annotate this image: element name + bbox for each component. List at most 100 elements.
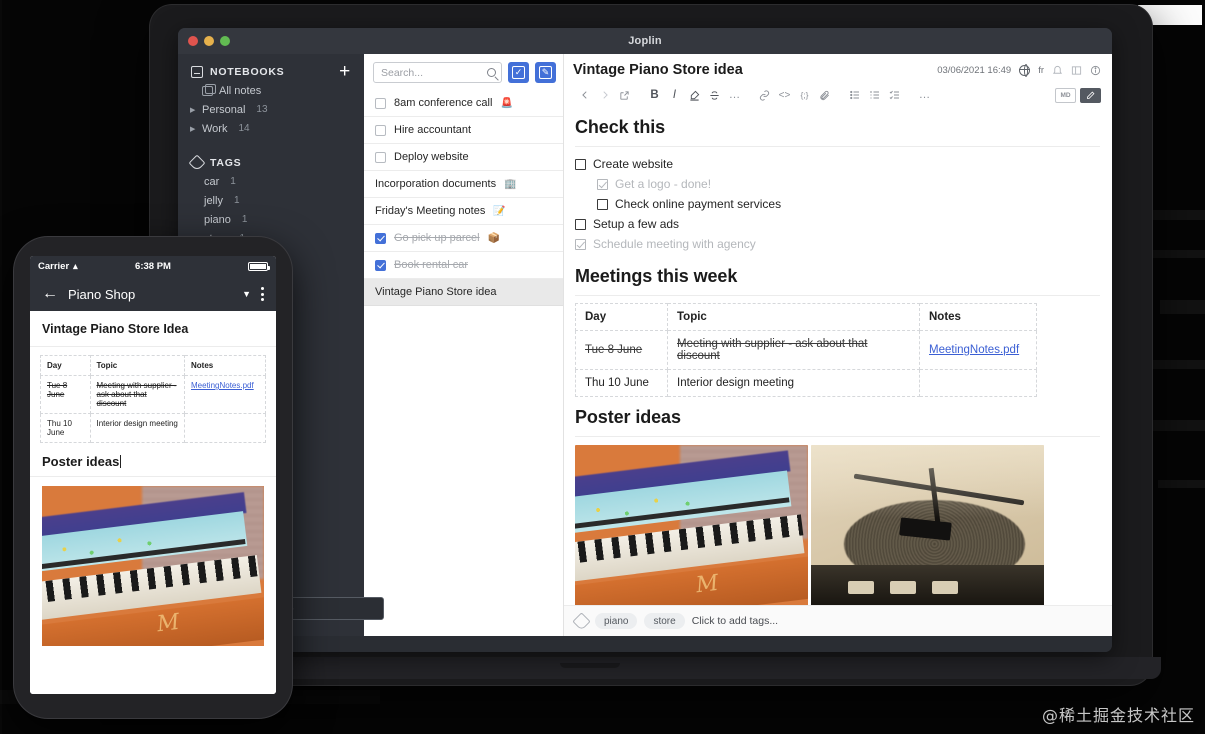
- tags-header: TAGS: [178, 154, 364, 172]
- list-item[interactable]: Book rental car: [364, 252, 563, 279]
- meeting-notes-link[interactable]: MeetingNotes.pdf: [191, 381, 254, 390]
- alarm-icon[interactable]: [1052, 65, 1063, 76]
- sidebar-tag-count: 1: [241, 214, 248, 225]
- todo-item[interactable]: Get a logo - done!: [575, 174, 1100, 194]
- todo-item[interactable]: Create website: [575, 154, 1100, 174]
- info-icon[interactable]: [1090, 65, 1101, 76]
- notebooks-header-label: NOTEBOOKS: [210, 66, 285, 78]
- code-button[interactable]: <>: [775, 86, 794, 104]
- todo-checkbox[interactable]: [575, 238, 586, 250]
- sidebar-tag-jelly[interactable]: jelly 1: [178, 191, 364, 210]
- forward-button[interactable]: [595, 86, 614, 104]
- sidebar-item-all-notes[interactable]: All notes: [178, 81, 364, 100]
- notebook-icon: [191, 66, 203, 78]
- todo-label: Get a logo - done!: [615, 177, 712, 191]
- strikethrough-button[interactable]: [705, 86, 724, 104]
- tag-chip-piano[interactable]: piano: [595, 613, 638, 629]
- tag-chip-store[interactable]: store: [644, 613, 685, 629]
- link-button[interactable]: [755, 86, 774, 104]
- table-header-notes: Notes: [184, 355, 266, 376]
- tag-icon: [188, 154, 206, 172]
- piano-keyboard-photo[interactable]: M: [575, 445, 808, 605]
- globe-icon[interactable]: [1018, 64, 1031, 78]
- add-notebook-button[interactable]: +: [339, 62, 354, 81]
- window-title: Joplin: [628, 35, 662, 47]
- table-header-topic: Topic: [667, 303, 920, 331]
- search-icon[interactable]: [487, 68, 496, 77]
- checkbox-icon: ✓: [512, 66, 525, 79]
- note-checkbox[interactable]: [375, 124, 386, 136]
- watermark: @稀土掘金技术社区: [1041, 706, 1195, 725]
- more-insert-button[interactable]: …: [915, 86, 934, 104]
- add-tags-button[interactable]: Click to add tags...: [692, 615, 778, 627]
- phone-piano-photo[interactable]: M: [42, 486, 264, 646]
- todo-checkbox[interactable]: [575, 158, 586, 170]
- highlight-button[interactable]: [685, 86, 704, 104]
- back-button[interactable]: [575, 86, 594, 104]
- background-band: [1148, 250, 1205, 258]
- markdown-toggle-button[interactable]: MD: [1055, 87, 1076, 103]
- note-icon: ✎: [539, 66, 552, 79]
- table-cell-day: Tue 8 June: [575, 330, 668, 370]
- list-item-selected[interactable]: Vintage Piano Store idea: [364, 279, 563, 306]
- insert-button[interactable]: {;}: [795, 86, 814, 104]
- todo-checkbox[interactable]: [597, 178, 608, 190]
- numbered-list-button[interactable]: [865, 86, 884, 104]
- meeting-notes-link[interactable]: MeetingNotes.pdf: [929, 344, 1019, 356]
- back-arrow-icon[interactable]: ←: [42, 286, 58, 302]
- tag-bar: piano store Click to add tags...: [564, 605, 1112, 636]
- todo-checkbox[interactable]: [575, 218, 586, 230]
- sidebar-item-label: Work: [202, 122, 228, 135]
- todo-item[interactable]: Setup a few ads: [575, 214, 1100, 234]
- new-todo-button[interactable]: ✓: [508, 62, 529, 83]
- sidebar-item-label: All notes: [219, 84, 262, 97]
- list-item[interactable]: 8am conference call 🚨: [364, 90, 563, 117]
- sidebar-item-personal[interactable]: ▶ Personal 13: [178, 100, 364, 119]
- turntable-photo[interactable]: [811, 445, 1044, 605]
- chevron-down-icon[interactable]: ▼: [242, 289, 251, 299]
- todo-label: Setup a few ads: [593, 217, 680, 231]
- bold-button[interactable]: B: [645, 86, 664, 104]
- todo-checkbox[interactable]: [597, 198, 608, 210]
- sidebar-tag-piano[interactable]: piano 1: [178, 210, 364, 229]
- note-checkbox[interactable]: [375, 97, 386, 109]
- note-content[interactable]: Check this Create website Get a logo - d…: [564, 109, 1112, 605]
- todo-item[interactable]: Schedule meeting with agency: [575, 234, 1100, 254]
- note-checkbox[interactable]: [375, 232, 386, 244]
- table-header-row: Day Topic Notes: [40, 355, 266, 376]
- heading-meetings: Meetings this week: [575, 266, 1100, 296]
- attach-file-button[interactable]: [815, 86, 834, 104]
- chevron-right-icon[interactable]: ▶: [190, 106, 195, 114]
- battery-icon: [248, 262, 270, 271]
- overflow-menu-icon[interactable]: [261, 287, 264, 301]
- search-input[interactable]: Search...: [373, 62, 502, 83]
- note-checkbox[interactable]: [375, 259, 386, 271]
- sidebar-tag-car[interactable]: car 1: [178, 172, 364, 191]
- table-cell-notes: MeetingNotes.pdf: [184, 375, 266, 414]
- note-title: Book rental car: [394, 259, 468, 271]
- heading-check-this: Check this: [575, 117, 1100, 147]
- checkbox-list-button[interactable]: [885, 86, 904, 104]
- list-item[interactable]: Incorporation documents 🏢: [364, 171, 563, 198]
- note-checkbox[interactable]: [375, 151, 386, 163]
- todo-item[interactable]: Check online payment services: [575, 194, 1100, 214]
- edit-toggle-button[interactable]: [1080, 87, 1101, 103]
- more-formatting-button[interactable]: …: [725, 86, 744, 104]
- editor-toolbar: B I … <> {;} … MD: [564, 84, 1112, 109]
- sidebar-item-work[interactable]: ▶ Work 14: [178, 119, 364, 138]
- phone-note-body[interactable]: Vintage Piano Store Idea Day Topic Notes…: [30, 311, 276, 694]
- note-title: 8am conference call: [394, 97, 493, 109]
- list-item[interactable]: Go pick up parcel 📦: [364, 225, 563, 252]
- note-title-input[interactable]: Vintage Piano Store idea: [573, 62, 743, 78]
- italic-button[interactable]: I: [665, 86, 684, 104]
- layout-toggle-icon[interactable]: [1071, 65, 1082, 76]
- new-note-button[interactable]: ✎: [535, 62, 556, 83]
- bullet-list-button[interactable]: [845, 86, 864, 104]
- building-emoji-icon: 🏢: [504, 178, 517, 190]
- list-item[interactable]: Friday's Meeting notes 📝: [364, 198, 563, 225]
- list-item[interactable]: Deploy website: [364, 144, 563, 171]
- table-row: Tue 8 June Meeting with supplier - ask a…: [40, 375, 266, 414]
- chevron-right-icon[interactable]: ▶: [190, 125, 195, 133]
- list-item[interactable]: Hire accountant: [364, 117, 563, 144]
- external-link-button[interactable]: [615, 86, 634, 104]
